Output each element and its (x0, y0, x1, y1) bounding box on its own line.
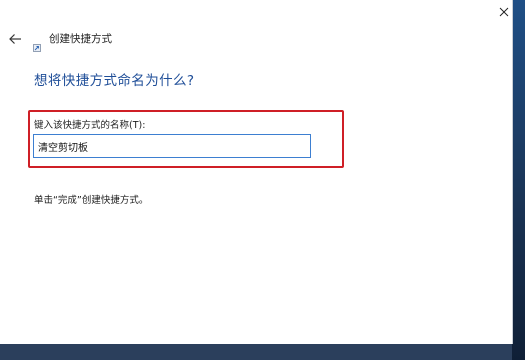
close-icon (499, 7, 509, 17)
desktop-background (512, 0, 525, 360)
create-shortcut-dialog: 创建快捷方式 想将快捷方式命名为什么? 键入该快捷方式的名称(T): 单击“完成… (0, 0, 512, 344)
close-button[interactable] (497, 4, 511, 18)
back-arrow-icon (9, 34, 21, 44)
page-heading: 想将快捷方式命名为什么? (34, 73, 195, 89)
name-field-label: 键入该快捷方式的名称(T): (34, 120, 146, 131)
back-button[interactable] (8, 31, 24, 45)
finish-hint: 单击“完成”创建快捷方式。 (34, 195, 149, 206)
shortcut-name-input[interactable] (33, 134, 311, 158)
shortcut-icon (33, 37, 41, 52)
dialog-title: 创建快捷方式 (49, 33, 112, 45)
